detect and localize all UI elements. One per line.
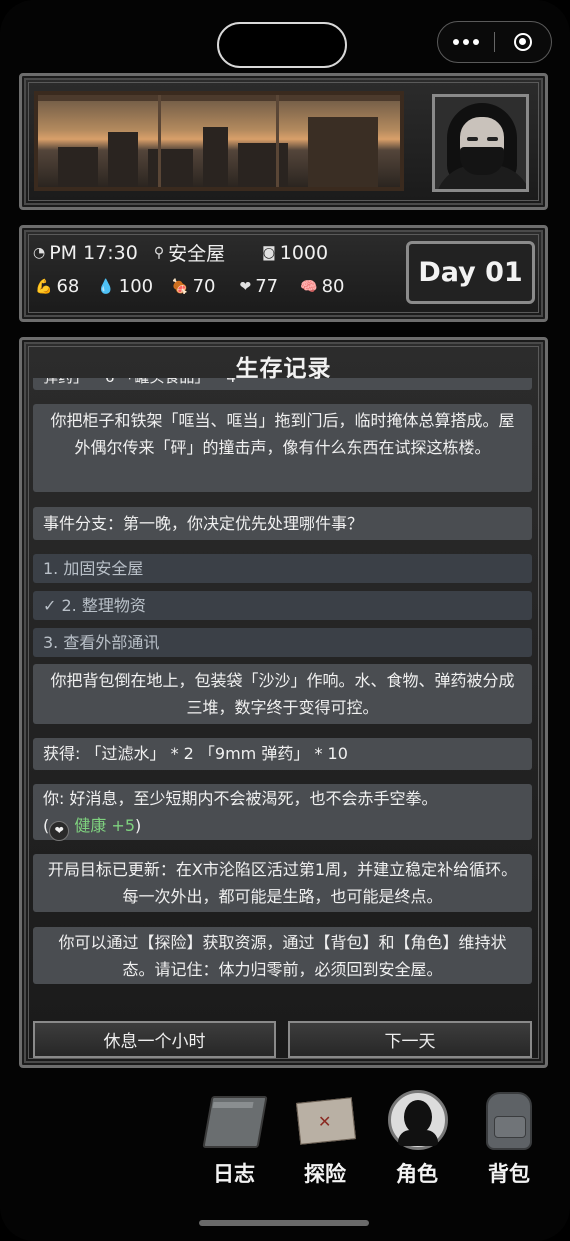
log-entry: 你把背包倒在地上，包装袋「沙沙」作响。水、食物、弹药被分成三堆，数字终于变得可控… bbox=[33, 664, 532, 724]
health-value: 77 bbox=[255, 276, 279, 297]
day-counter: Day 01 bbox=[406, 241, 535, 304]
more-icon[interactable] bbox=[438, 39, 494, 45]
next-day-button[interactable]: 下一天 bbox=[288, 1021, 532, 1058]
log-entry-dialog: 你: 好消息，至少短期内不会被渴死，也不会赤手空拳。 (❤ 健康 +5) bbox=[33, 784, 532, 841]
journal-book-icon bbox=[199, 1090, 269, 1150]
log-entry: 获得: 「过滤水」 * 2 「9mm 弹药」 * 10 bbox=[33, 738, 532, 770]
dialog-text: 你: 好消息，至少短期内不会被渴死，也不会赤手空拳。 bbox=[43, 789, 438, 808]
status-row-attrs: 💪 68 💧 100 🍖 70 ❤ 77 🧠 80 bbox=[35, 276, 344, 297]
nav-journal-label: 日志 bbox=[213, 1162, 255, 1186]
location-pin-icon: ⚲ bbox=[153, 244, 165, 261]
close-target-icon[interactable] bbox=[495, 33, 551, 51]
bonus-paren-close: ) bbox=[135, 816, 142, 835]
nav-backpack-label: 背包 bbox=[488, 1162, 530, 1186]
nav-journal[interactable]: 日志 bbox=[194, 1090, 274, 1188]
choice-option[interactable]: 3. 查看外部通讯 bbox=[33, 628, 532, 657]
miniapp-capsule[interactable] bbox=[437, 21, 552, 63]
choice-option-selected[interactable]: ✓ 2. 整理物资 bbox=[33, 591, 532, 620]
sanity-stat: 🧠 80 bbox=[300, 276, 344, 297]
water-value: 100 bbox=[118, 276, 154, 297]
location-stat: ⚲ 安全屋 bbox=[154, 239, 225, 266]
nav-character[interactable]: 角色 bbox=[377, 1090, 457, 1188]
heart-icon: ❤ bbox=[49, 821, 70, 841]
water-stat: 💧 100 bbox=[97, 276, 153, 297]
rest-one-hour-button[interactable]: 休息一个小时 bbox=[33, 1021, 276, 1058]
log-scroll-area[interactable]: 弹药」 * 6 「罐头食品」 * 4 你把柜子和铁架「哐当、哐当」拖到门后，临时… bbox=[32, 378, 533, 984]
camera-notch bbox=[217, 22, 347, 68]
log-title: 生存记录 bbox=[235, 356, 332, 382]
status-row-top: ◔ PM 17:30 ⚲ 安全屋 ◙ 1000 bbox=[33, 239, 328, 266]
location-value: 安全屋 bbox=[168, 243, 226, 265]
cash-icon: ◙ bbox=[262, 244, 276, 261]
clock-icon: ◔ bbox=[33, 244, 46, 261]
time-value: PM 17:30 bbox=[49, 241, 138, 264]
map-icon: ✕ bbox=[290, 1090, 360, 1150]
choice-option[interactable]: 1. 加固安全屋 bbox=[33, 554, 532, 583]
nav-character-label: 角色 bbox=[396, 1162, 438, 1186]
health-stat: ❤ 77 bbox=[239, 276, 278, 297]
nav-explore-label: 探险 bbox=[304, 1162, 346, 1186]
health-bonus: (❤ 健康 +5) bbox=[43, 812, 522, 841]
strength-stat: 💪 68 bbox=[35, 276, 79, 297]
nav-explore[interactable]: ✕ 探险 bbox=[285, 1090, 365, 1188]
city-skyline-image bbox=[34, 91, 404, 191]
heart-icon: ❤ bbox=[239, 278, 252, 295]
time-stat: ◔ PM 17:30 bbox=[33, 242, 138, 264]
brain-icon: 🧠 bbox=[300, 278, 318, 295]
nav-backpack[interactable]: 背包 bbox=[469, 1090, 549, 1188]
character-portrait[interactable] bbox=[432, 94, 529, 192]
health-bonus-text: 健康 +5 bbox=[74, 816, 136, 835]
strength-value: 68 bbox=[56, 276, 80, 297]
food-icon: 🍖 bbox=[171, 278, 189, 295]
log-entry: 你把柜子和铁架「哐当、哐当」拖到门后，临时掩体总算搭成。屋外偶尔传来「砰」的撞击… bbox=[33, 404, 532, 492]
backpack-icon bbox=[474, 1090, 544, 1150]
water-drop-icon: 💧 bbox=[97, 278, 115, 295]
money-stat: ◙ 1000 bbox=[262, 242, 328, 264]
strength-icon: 💪 bbox=[35, 278, 53, 295]
log-entry: 你可以通过【探险】获取资源，通过【背包】和【角色】维持状态。请记住：体力归零前，… bbox=[33, 927, 532, 984]
home-indicator[interactable] bbox=[199, 1220, 369, 1226]
sanity-value: 80 bbox=[321, 276, 345, 297]
log-entry: 开局目标已更新：在X市沦陷区活过第1周，并建立稳定补给循环。每一次外出，都可能是… bbox=[33, 854, 532, 912]
character-silhouette-icon bbox=[382, 1090, 452, 1150]
phone-screen: ◔ PM 17:30 ⚲ 安全屋 ◙ 1000 💪 68 💧 100 🍖 70 … bbox=[0, 0, 570, 1241]
money-value: 1000 bbox=[279, 241, 329, 264]
log-entry: 事件分支：第一晚，你决定优先处理哪件事？ bbox=[33, 507, 532, 540]
food-value: 70 bbox=[192, 276, 216, 297]
food-stat: 🍖 70 bbox=[171, 276, 215, 297]
